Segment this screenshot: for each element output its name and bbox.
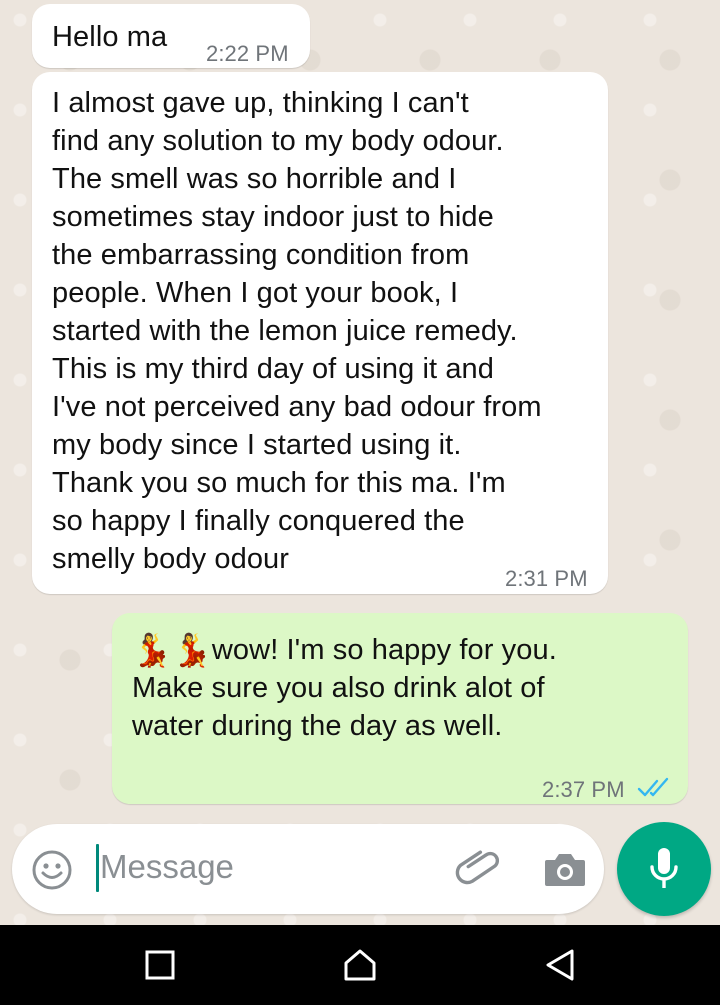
square-icon: [145, 950, 175, 980]
message-input[interactable]: Message: [100, 848, 234, 886]
back-triangle-icon: [544, 948, 576, 982]
home-button[interactable]: [320, 925, 400, 1005]
camera-icon[interactable]: [543, 850, 587, 888]
smiley-icon[interactable]: [30, 848, 74, 892]
text-cursor: [96, 844, 99, 892]
message-time: 2:37 PM: [542, 777, 625, 802]
paperclip-icon[interactable]: [454, 846, 502, 892]
voice-record-button[interactable]: [617, 822, 711, 916]
home-icon: [343, 948, 377, 982]
incoming-message[interactable]: I almost gave up, thinking I can't find …: [32, 72, 608, 594]
message-text: I almost gave up, thinking I can't find …: [52, 87, 542, 575]
system-navigation-bar: [0, 925, 720, 1005]
message-time: 2:31 PM: [505, 566, 588, 591]
incoming-message[interactable]: Hello ma 2:22 PM: [32, 4, 310, 68]
microphone-icon: [647, 846, 681, 892]
double-check-icon: [637, 771, 673, 797]
message-text: Hello ma: [52, 21, 168, 53]
back-button[interactable]: [520, 925, 600, 1005]
outgoing-message[interactable]: 💃💃wow! I'm so happy for you. Make sure y…: [112, 613, 688, 804]
message-time: 2:22 PM: [206, 41, 289, 66]
dancer-emoji: 💃💃: [132, 631, 212, 669]
recents-button[interactable]: [120, 925, 200, 1005]
message-body: 💃💃wow! I'm so happy for you. Make sure y…: [132, 631, 672, 745]
